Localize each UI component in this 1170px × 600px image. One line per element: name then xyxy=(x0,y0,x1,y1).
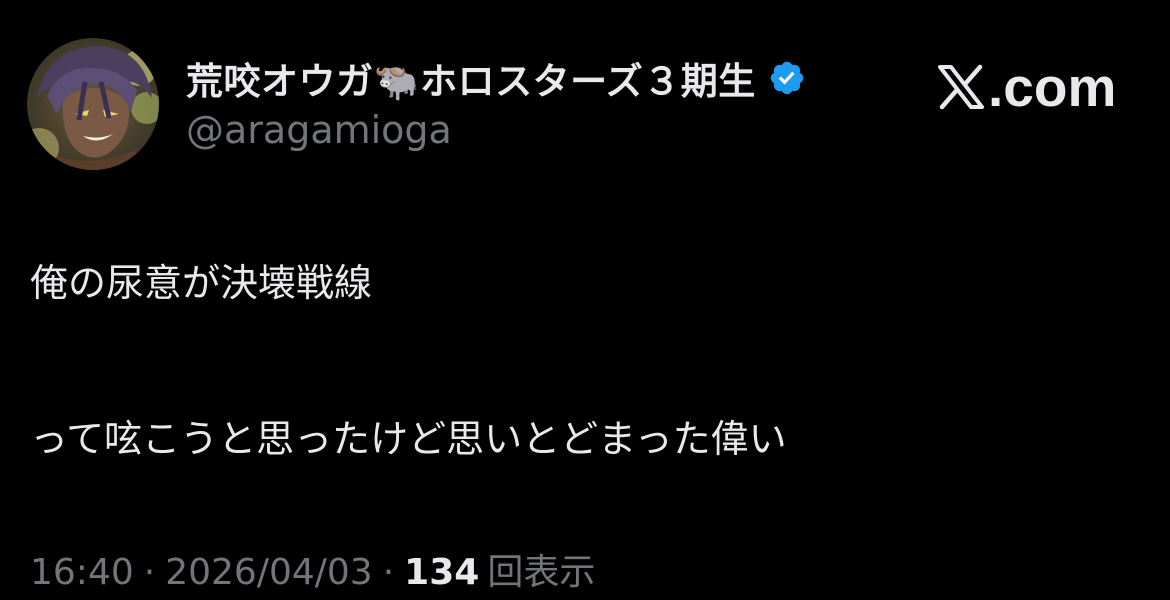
tweet-time[interactable]: 16:40 xyxy=(30,552,134,593)
tweet-text-line-2: って呟こうと思ったけど思いとどまった偉い xyxy=(30,417,787,461)
meta-separator: · xyxy=(382,552,395,593)
views-label: 回表示 xyxy=(487,552,596,593)
brand-domain-text: .com xyxy=(988,56,1117,118)
verified-badge-icon xyxy=(768,59,806,97)
meta-separator: · xyxy=(143,552,156,593)
tweet-text-line-1: 俺の尿意が決壊戦線 xyxy=(30,261,373,305)
brand-watermark: .com xyxy=(936,52,1116,122)
tweet-meta: 16:40 · 2026/04/03 · 134 回表示 xyxy=(30,543,595,595)
author-handle[interactable]: @aragamioga xyxy=(186,108,452,152)
tweet-date[interactable]: 2026/04/03 xyxy=(165,552,373,593)
author-name-row: 荒咬オウガ🐃ホロスターズ３期生 xyxy=(186,50,806,106)
avatar-portrait-icon xyxy=(27,38,159,170)
views-count[interactable]: 134 xyxy=(404,552,479,593)
x-logo-icon xyxy=(936,63,986,111)
avatar[interactable] xyxy=(27,38,159,170)
author-display-name[interactable]: 荒咬オウガ🐃ホロスターズ３期生 xyxy=(186,51,756,105)
